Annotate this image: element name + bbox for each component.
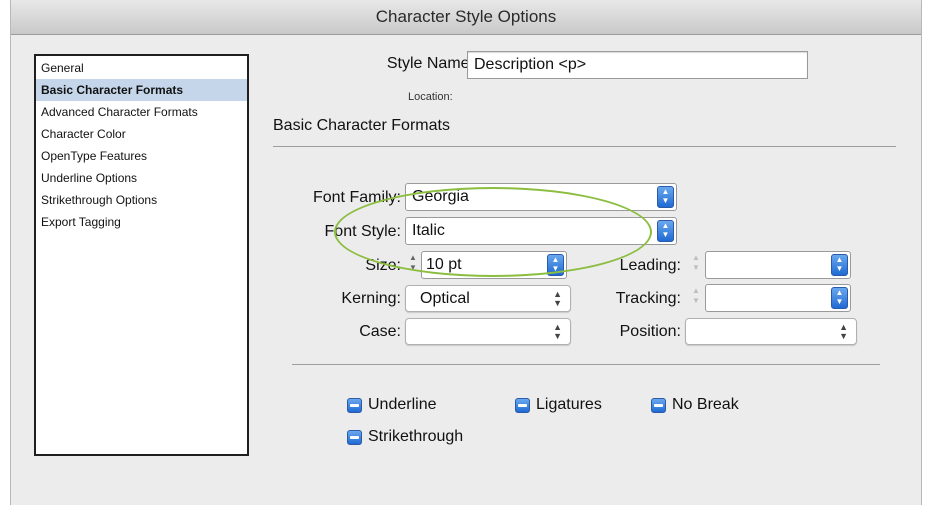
tracking-combo[interactable]: ▲ ▼: [705, 284, 851, 312]
font-family-label: Font Family:: [312, 189, 401, 206]
underline-label[interactable]: Underline: [368, 396, 436, 414]
location-label: Location:: [408, 91, 453, 103]
section-divider: [273, 146, 896, 147]
font-style-combo[interactable]: Italic ▲ ▼: [405, 217, 677, 245]
font-style-value: Italic: [412, 222, 445, 239]
size-combo[interactable]: 10 pt ▲ ▼: [421, 251, 567, 279]
case-label: Case:: [359, 323, 401, 340]
sidebar-item-strikethrough-options[interactable]: Strikethrough Options: [36, 189, 247, 211]
strikethrough-label[interactable]: Strikethrough: [368, 428, 463, 446]
up-down-arrows-icon[interactable]: ▲ ▼: [547, 254, 564, 276]
kerning-popup[interactable]: Optical ▲ ▼: [405, 285, 571, 312]
kerning-value: Optical: [420, 290, 470, 307]
ligatures-checkbox[interactable]: [515, 398, 530, 413]
strikethrough-checkbox[interactable]: [347, 430, 362, 445]
leading-label: Leading:: [619, 257, 681, 274]
style-name-field[interactable]: Description <p>: [467, 51, 808, 79]
position-popup[interactable]: ▲ ▼: [685, 318, 857, 345]
sidebar-item-opentype-features[interactable]: OpenType Features: [36, 145, 247, 167]
style-name-label: Style Name:: [386, 55, 474, 72]
up-down-arrows-icon[interactable]: ▲ ▼: [657, 186, 674, 208]
sidebar-item-basic-character-formats[interactable]: Basic Character Formats: [36, 79, 247, 101]
tracking-label: Tracking:: [615, 290, 681, 307]
checkbox-divider: [292, 364, 880, 365]
tracking-stepper[interactable]: ▲ ▼: [689, 286, 703, 308]
up-down-arrows-icon[interactable]: ▲ ▼: [831, 287, 848, 309]
underline-checkbox[interactable]: [347, 398, 362, 413]
category-list[interactable]: General Basic Character Formats Advanced…: [34, 54, 249, 456]
sidebar-item-advanced-character-formats[interactable]: Advanced Character Formats: [36, 101, 247, 123]
font-family-combo[interactable]: Georgia ▲ ▼: [405, 183, 677, 211]
up-down-arrows-icon[interactable]: ▲ ▼: [657, 220, 674, 242]
sidebar-item-character-color[interactable]: Character Color: [36, 123, 247, 145]
size-label: Size:: [365, 257, 401, 274]
sidebar-item-underline-options[interactable]: Underline Options: [36, 167, 247, 189]
font-style-label: Font Style:: [324, 223, 401, 240]
sidebar-item-export-tagging[interactable]: Export Tagging: [36, 211, 247, 233]
kerning-label: Kerning:: [341, 290, 401, 307]
size-value: 10 pt: [426, 256, 462, 273]
ligatures-label[interactable]: Ligatures: [536, 396, 602, 414]
size-stepper[interactable]: ▲ ▼: [406, 253, 420, 275]
case-popup[interactable]: ▲ ▼: [405, 318, 571, 345]
section-title: Basic Character Formats: [273, 117, 450, 134]
up-down-arrows-icon: ▲ ▼: [553, 322, 562, 341]
up-down-arrows-icon: ▲ ▼: [553, 289, 562, 308]
leading-stepper[interactable]: ▲ ▼: [689, 253, 703, 275]
no-break-checkbox[interactable]: [651, 398, 666, 413]
dialog-window: Character Style Options General Basic Ch…: [10, 0, 922, 505]
leading-combo[interactable]: ▲ ▼: [705, 251, 851, 279]
position-label: Position:: [619, 323, 681, 340]
font-family-value: Georgia: [412, 188, 469, 205]
up-down-arrows-icon: ▲ ▼: [839, 322, 848, 341]
sidebar-item-general[interactable]: General: [36, 57, 247, 79]
window-title: Character Style Options: [11, 0, 921, 35]
no-break-label[interactable]: No Break: [672, 396, 739, 414]
up-down-arrows-icon[interactable]: ▲ ▼: [831, 254, 848, 276]
